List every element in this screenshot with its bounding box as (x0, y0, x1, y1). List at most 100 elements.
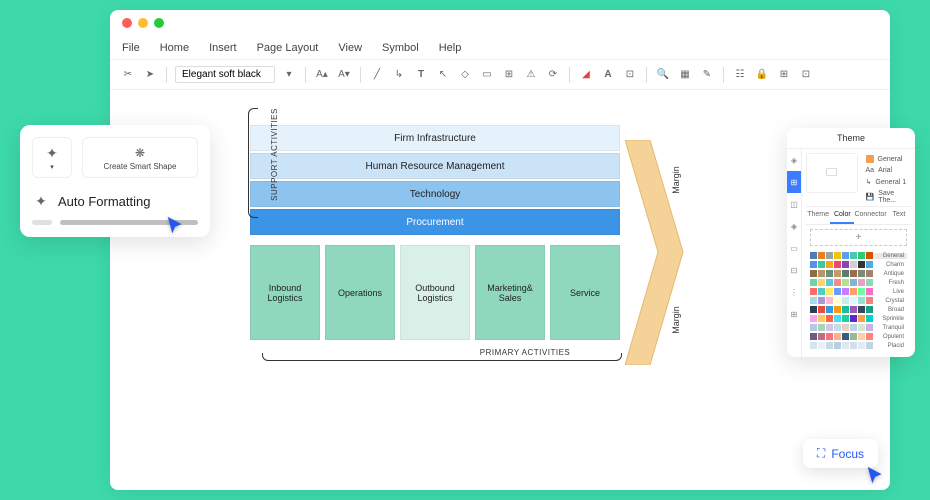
canvas[interactable]: SUPPORT ACTIVITIES Firm Infrastructure H… (110, 90, 890, 377)
panel-tab-5[interactable]: ▭ (787, 237, 801, 259)
auto-formatting-option[interactable]: Auto Formatting (32, 188, 198, 214)
color-swatch[interactable] (842, 261, 849, 268)
support-row-procurement[interactable]: Procurement (250, 209, 620, 235)
color-swatch[interactable] (834, 324, 841, 331)
fill-icon[interactable]: ◢ (578, 67, 594, 83)
panel-tab-1[interactable]: ◈ (787, 149, 801, 171)
menu-page-layout[interactable]: Page Layout (257, 42, 319, 54)
primary-outbound[interactable]: Outbound Logistics (400, 245, 470, 340)
rect-icon[interactable]: ▭ (479, 67, 495, 83)
color-swatch[interactable] (818, 342, 825, 349)
color-swatch[interactable] (826, 252, 833, 259)
color-swatch[interactable] (866, 297, 873, 304)
menu-view[interactable]: View (338, 42, 362, 54)
color-swatch[interactable] (834, 297, 841, 304)
style-general1[interactable]: ↳General 1 (862, 176, 912, 188)
color-swatch[interactable] (842, 342, 849, 349)
style-general[interactable]: General (862, 153, 912, 165)
color-swatch[interactable] (858, 297, 865, 304)
line-icon[interactable]: ╱ (369, 67, 385, 83)
color-swatch[interactable] (826, 333, 833, 340)
menu-home[interactable]: Home (160, 42, 189, 54)
menu-help[interactable]: Help (439, 42, 462, 54)
group-icon[interactable]: ⊞ (776, 67, 792, 83)
search-icon[interactable]: 🔍 (655, 67, 671, 83)
color-swatch[interactable] (866, 261, 873, 268)
color-swatch[interactable] (810, 297, 817, 304)
color-swatch[interactable] (858, 288, 865, 295)
color-swatch[interactable] (850, 288, 857, 295)
color-swatch[interactable] (818, 270, 825, 277)
menu-symbol[interactable]: Symbol (382, 42, 419, 54)
color-swatch[interactable] (858, 333, 865, 340)
color-swatch[interactable] (834, 315, 841, 322)
refresh-icon[interactable]: ⟳ (545, 67, 561, 83)
swatch-row[interactable]: Sprinkle (810, 315, 907, 322)
swatch-row[interactable]: General (810, 252, 907, 259)
color-swatch[interactable] (842, 324, 849, 331)
color-swatch[interactable] (866, 333, 873, 340)
color-swatch[interactable] (842, 288, 849, 295)
create-smart-shape-button[interactable]: Create Smart Shape (82, 137, 198, 178)
panel-tab-6[interactable]: ⊡ (787, 259, 801, 281)
primary-service[interactable]: Service (550, 245, 620, 340)
text-icon[interactable]: T (413, 67, 429, 83)
color-swatch[interactable] (810, 252, 817, 259)
color-swatch[interactable] (826, 297, 833, 304)
support-row-technology[interactable]: Technology (250, 181, 620, 207)
support-row-hr[interactable]: Human Resource Management (250, 153, 620, 179)
color-swatch[interactable] (850, 306, 857, 313)
color-swatch[interactable] (842, 279, 849, 286)
color-swatch[interactable] (818, 324, 825, 331)
color-swatch[interactable] (826, 279, 833, 286)
theme-preview[interactable]: ┌─┐└─┘ (806, 153, 858, 193)
color-swatch[interactable] (834, 252, 841, 259)
color-swatch[interactable] (818, 333, 825, 340)
close-icon[interactable] (122, 18, 132, 28)
color-swatch[interactable] (858, 252, 865, 259)
color-swatch[interactable] (842, 252, 849, 259)
color-swatch[interactable] (834, 279, 841, 286)
minimize-icon[interactable] (138, 18, 148, 28)
focus-button[interactable]: ⛶ Focus (803, 439, 878, 468)
menu-file[interactable]: File (122, 42, 140, 54)
color-swatch[interactable] (834, 288, 841, 295)
color-swatch[interactable] (850, 279, 857, 286)
panel-tab-8[interactable]: ⊞ (787, 303, 801, 325)
color-swatch[interactable] (866, 270, 873, 277)
color-swatch[interactable] (858, 270, 865, 277)
panel-tab-4[interactable]: ◈ (787, 215, 801, 237)
grid-icon[interactable]: ▦ (677, 67, 693, 83)
color-swatch[interactable] (858, 306, 865, 313)
color-swatch[interactable] (858, 324, 865, 331)
align-icon[interactable]: ⊞ (501, 67, 517, 83)
color-swatch[interactable] (826, 270, 833, 277)
color-swatch[interactable] (850, 342, 857, 349)
font-increase-icon[interactable]: A▴ (314, 67, 330, 83)
add-button[interactable]: + (810, 229, 907, 246)
color-swatch[interactable] (834, 306, 841, 313)
color-swatch[interactable] (866, 252, 873, 259)
color-swatch[interactable] (866, 315, 873, 322)
color-swatch[interactable] (810, 288, 817, 295)
color-swatch[interactable] (818, 315, 825, 322)
maximize-icon[interactable] (154, 18, 164, 28)
color-swatch[interactable] (866, 306, 873, 313)
color-swatch[interactable] (850, 297, 857, 304)
tab-color[interactable]: Color (830, 207, 854, 224)
color-swatch[interactable] (866, 342, 873, 349)
connector-icon[interactable]: ↳ (391, 67, 407, 83)
color-swatch[interactable] (850, 324, 857, 331)
color-swatch[interactable] (850, 315, 857, 322)
color-swatch[interactable] (866, 279, 873, 286)
chevron-down-icon[interactable]: ▾ (281, 67, 297, 83)
color-swatch[interactable] (826, 324, 833, 331)
tab-theme[interactable]: Theme (806, 207, 830, 224)
color-swatch[interactable] (826, 261, 833, 268)
color-swatch[interactable] (826, 288, 833, 295)
primary-operations[interactable]: Operations (325, 245, 395, 340)
color-swatch[interactable] (818, 288, 825, 295)
primary-marketing[interactable]: Marketing& Sales (475, 245, 545, 340)
panel-tab-3[interactable]: ◫ (787, 193, 801, 215)
color-swatch[interactable] (842, 306, 849, 313)
